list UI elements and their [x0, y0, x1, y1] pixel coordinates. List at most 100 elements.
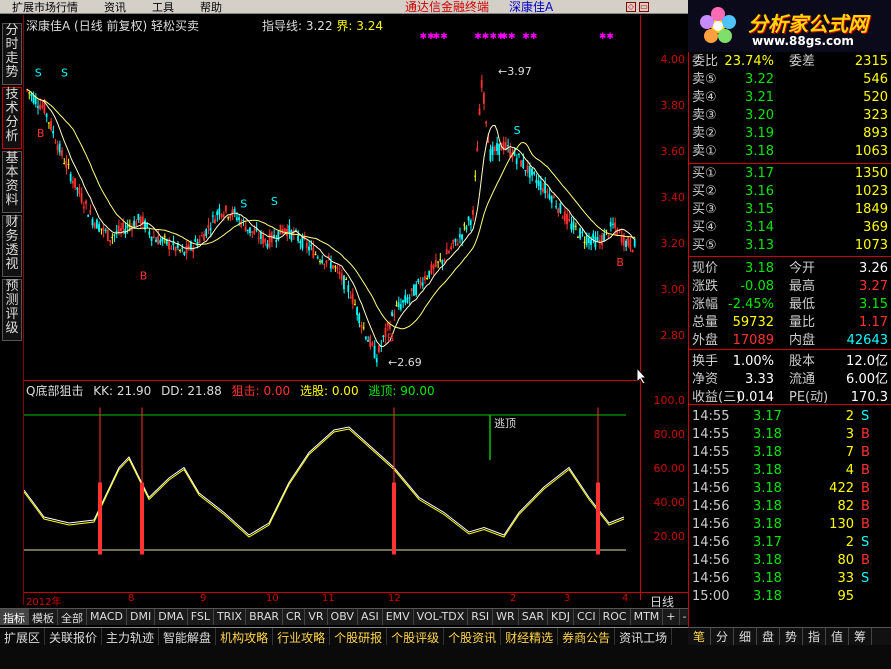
quote-tab-1[interactable]: 分	[711, 628, 734, 645]
menu-item-market[interactable]: 扩展市场行情	[12, 0, 78, 15]
indicator-tab-17[interactable]: SAR	[519, 609, 549, 625]
candle-body	[406, 297, 409, 303]
indicator-tab-10[interactable]: VR	[305, 609, 328, 625]
toolbar-button-5[interactable]: 行业攻略	[273, 628, 331, 645]
toolbar-button-2[interactable]: 主力轨迹	[102, 628, 160, 645]
candle-body	[412, 284, 415, 296]
toolbar-button-0[interactable]: 扩展区	[0, 628, 46, 645]
indicator-tab-5[interactable]: DMA	[155, 609, 188, 625]
menu-item-tools[interactable]: 工具	[152, 0, 174, 15]
candle-body	[240, 221, 243, 227]
candle-body	[583, 241, 586, 243]
candle-body	[601, 235, 603, 246]
candle-body	[410, 288, 413, 292]
candle-body	[152, 236, 155, 239]
candle-body	[391, 311, 393, 316]
tab-intraday[interactable]: 分时走势	[2, 23, 22, 85]
toolbar-button-9[interactable]: 财经精选	[501, 628, 559, 645]
candle-body	[290, 230, 293, 240]
indicator-tab-9[interactable]: CR	[283, 609, 306, 625]
quote-tab-6[interactable]: 值	[826, 628, 849, 645]
indicator-tab-11[interactable]: OBV	[328, 609, 358, 625]
toolbar-button-7[interactable]: 个股评级	[387, 628, 445, 645]
toolbar-button-10[interactable]: 券商公告	[558, 628, 616, 645]
buy-signal: B	[387, 332, 395, 345]
indicator-tab-2[interactable]: 全部	[58, 609, 87, 625]
candle-body	[39, 104, 41, 110]
toolbar-button-1[interactable]: 关联报价	[45, 628, 103, 645]
candle-body	[423, 275, 426, 281]
indicator-tab-7[interactable]: TRIX	[214, 609, 247, 625]
tab-ratings[interactable]: 预测评级	[2, 279, 22, 341]
tick-row: 14:55 3.18 4 B	[692, 463, 870, 478]
candle-body	[45, 113, 48, 117]
candle-body	[71, 181, 74, 184]
indicator-tab-6[interactable]: FSL	[188, 609, 214, 625]
snipe-bar	[392, 482, 396, 555]
toolbar-button-11[interactable]: 资讯工场	[615, 628, 673, 645]
kk-value: KK: 21.90	[93, 384, 152, 398]
kline-chart[interactable]: S SS SSBBBB✱✱✱✱ ✱✱ ✱✱✱✱ ✱✱ ✱✱ 逃顶	[24, 30, 640, 592]
indicator-tab-15[interactable]: RSI	[468, 609, 494, 625]
quote-tab-4[interactable]: 势	[780, 628, 803, 645]
candle-body	[329, 261, 332, 269]
site-logo: 分析家公式网 www.88gs.com	[688, 0, 891, 52]
candle-body	[478, 108, 481, 115]
indicator-tab-19[interactable]: CCI	[574, 609, 600, 625]
indicator-tab-13[interactable]: EMV	[383, 609, 414, 625]
tick-row: 14:56 3.17 2 S	[692, 535, 870, 550]
indicator-tab-18[interactable]: KDJ	[548, 609, 574, 625]
indicator-tab-16[interactable]: WR	[493, 609, 519, 625]
candle-body	[137, 213, 140, 221]
candle-body	[417, 279, 420, 282]
quote-info-row: 总量 59732 量比 1.17	[692, 315, 888, 330]
candle-body	[399, 304, 402, 310]
quote-tab-0[interactable]: 笔	[688, 628, 711, 645]
toolbar-button-6[interactable]: 个股研报	[330, 628, 388, 645]
toolbar-button-4[interactable]: 机构攻略	[216, 628, 274, 645]
candle-body	[34, 97, 37, 105]
quote-tab-7[interactable]: 筹	[849, 628, 872, 645]
candle-body	[476, 147, 479, 152]
quote-tab-5[interactable]: 指	[803, 628, 826, 645]
tab-technical[interactable]: 技术分析	[2, 87, 22, 149]
indicator-tab-22[interactable]: +	[663, 609, 680, 625]
indicator-tab-4[interactable]: DMI	[127, 609, 156, 625]
toolbar-button-3[interactable]: 智能解盘	[159, 628, 217, 645]
indicator-tab-21[interactable]: MTM	[631, 609, 664, 625]
ma-line-long	[26, 88, 635, 330]
restore-icon[interactable]: ▭	[639, 2, 649, 12]
tab-financials[interactable]: 财务透视	[2, 215, 22, 277]
candle-body	[345, 279, 347, 281]
quote-tab-2[interactable]: 细	[734, 628, 757, 645]
candle-body	[522, 160, 525, 168]
snipe-bar	[596, 482, 600, 555]
candle-body	[262, 235, 264, 244]
candle-body	[454, 238, 457, 242]
candle-body	[343, 275, 345, 290]
candle-body	[183, 251, 186, 256]
bid-row: 买② 3.16 1023	[692, 184, 888, 199]
indicator-tab-20[interactable]: ROC	[600, 609, 631, 625]
indicator-tab-3[interactable]: MACD	[87, 609, 127, 625]
diamond-icon[interactable]: ◇	[626, 2, 636, 12]
toolbar-button-8[interactable]: 个股资讯	[444, 628, 502, 645]
indicator-tab-1[interactable]: 模板	[29, 609, 58, 625]
candle-body	[297, 235, 299, 241]
indicator-tab-8[interactable]: BRAR	[246, 609, 284, 625]
indicator-tab-0[interactable]: 指标	[0, 609, 29, 625]
candle-body	[587, 237, 590, 243]
menu-item-news[interactable]: 资讯	[104, 0, 126, 15]
tab-fundamentals[interactable]: 基本资料	[2, 151, 22, 213]
indicator-tab-14[interactable]: VOL-TDX	[414, 609, 469, 625]
indicator-tab-12[interactable]: ASI	[358, 609, 383, 625]
candle-body	[625, 240, 627, 248]
logo-name: 分析家公式网	[748, 12, 868, 36]
candle-body	[557, 208, 560, 213]
tick-row: 14:56 3.18 33 S	[692, 571, 870, 586]
candle-body	[198, 239, 201, 243]
quote-tab-3[interactable]: 盘	[757, 628, 780, 645]
menu-item-help[interactable]: 帮助	[200, 0, 222, 15]
candle-body	[592, 233, 595, 239]
candle-body	[30, 93, 33, 97]
